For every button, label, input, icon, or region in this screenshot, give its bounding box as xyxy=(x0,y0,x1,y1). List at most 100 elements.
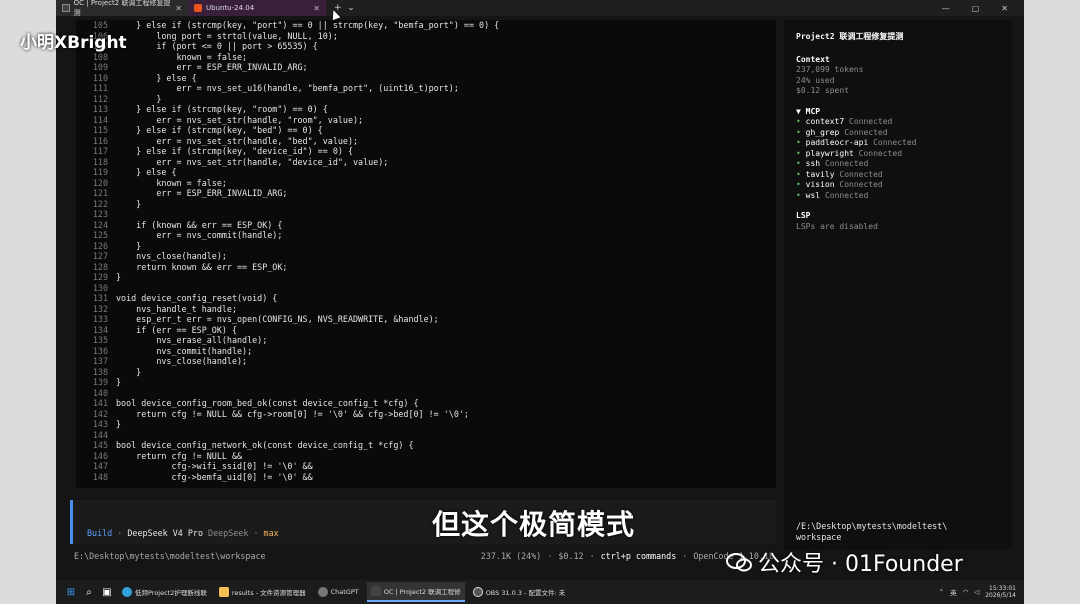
line-number: 109 xyxy=(92,62,108,72)
status-dot-icon: • xyxy=(796,138,801,147)
mcp-server-tavily: • tavily Connected xyxy=(796,170,1000,181)
line-number: 122 xyxy=(92,198,108,209)
search-icon[interactable]: ⌕ xyxy=(82,585,96,599)
code-line: 129} xyxy=(88,272,776,283)
code-line: 135 nvs_erase_all(handle); xyxy=(88,335,776,346)
mcp-server-playwright: • playwright Connected xyxy=(796,149,1000,160)
code-line: 121 err = ESP_ERR_INVALID_ARG; xyxy=(88,188,776,199)
context-used: 24% used xyxy=(796,75,835,85)
context-heading: Context xyxy=(796,54,830,64)
code-line: 140 xyxy=(88,388,776,399)
code-line: 122 } xyxy=(88,199,776,210)
windows-start-icon[interactable]: ⊞ xyxy=(64,585,78,599)
line-text: err = nvs_set_str(handle, "bed", value); xyxy=(116,135,359,146)
line-text: } xyxy=(116,240,142,251)
code-line: 124 if (known && err == ESP_OK) { xyxy=(88,220,776,231)
taskbar-app-chatgpt[interactable]: ChatGPT xyxy=(314,582,363,602)
line-number: 141 xyxy=(92,398,108,408)
chevron-up-icon[interactable]: ⌃ xyxy=(939,588,944,596)
system-tray: ⌃ 英 ◠ ◁ 15:33:01 2026/5/14 xyxy=(939,585,1024,600)
tab-ubuntu[interactable]: Ubuntu-24.04 ✕ xyxy=(188,0,326,16)
task-view-icon[interactable]: ▣ xyxy=(100,585,114,599)
taskbar-app-obs[interactable]: OBS 31.0.3 - 配置文件: 未 xyxy=(469,582,570,602)
line-text: bool device_config_network_ok(const devi… xyxy=(116,440,414,450)
model-name[interactable]: DeepSeek V4 Pro xyxy=(127,528,203,538)
line-number: 143 xyxy=(92,419,108,429)
line-text: esp_err_t err = nvs_open(CONFIG_NS, NVS_… xyxy=(116,314,439,324)
mcp-status: Connected xyxy=(873,138,917,147)
line-text: return cfg != NULL && cfg->room[0] != '\… xyxy=(116,408,469,419)
close-icon[interactable]: ✕ xyxy=(175,4,182,13)
line-text: return known && err == ESP_OK; xyxy=(116,261,288,272)
status-dot-icon: • xyxy=(796,127,801,137)
status-dot-icon: • xyxy=(796,190,801,200)
context-spent: $0.12 spent xyxy=(796,86,849,95)
lsp-status: LSPs are disabled xyxy=(796,221,878,231)
session-sidebar: Project2 联调工程修复提测 Context 237,099 tokens… xyxy=(784,20,1012,550)
line-text: known = false; xyxy=(116,51,248,62)
line-text: err = nvs_set_str(handle, "room", value)… xyxy=(116,114,364,125)
line-text: nvs_commit(handle); xyxy=(116,345,253,356)
close-icon[interactable]: ✕ xyxy=(313,4,320,13)
minimize-icon[interactable]: — xyxy=(942,4,950,13)
line-number: 110 xyxy=(92,72,108,83)
line-number: 145 xyxy=(92,440,108,450)
lsp-heading: LSP xyxy=(796,211,811,220)
mcp-status: Connected xyxy=(824,190,869,200)
watermark-right: 公众号 · 01Founder xyxy=(726,546,963,578)
mcp-name: gh_grep xyxy=(805,127,840,137)
line-number: 142 xyxy=(92,408,108,419)
line-text: } else if (strcmp(key, "device_id") == 0… xyxy=(116,146,353,156)
mcp-status: Connected xyxy=(844,127,888,137)
tab-opencode[interactable]: OC | Project2 联调工程修复提测 ✕ xyxy=(56,0,188,17)
chatgpt-icon xyxy=(317,587,328,597)
line-number: 125 xyxy=(92,230,108,240)
agent-mode[interactable]: Build xyxy=(87,528,112,538)
line-number: 130 xyxy=(92,282,108,293)
code-line: 143} xyxy=(88,419,776,430)
line-number: 135 xyxy=(92,335,108,345)
mcp-name: playwright xyxy=(805,148,854,158)
code-line: 142 return cfg != NULL && cfg->room[0] !… xyxy=(88,409,776,420)
line-text: err = nvs_set_str(handle, "device_id", v… xyxy=(116,156,389,167)
line-text: err = ESP_ERR_INVALID_ARG; xyxy=(116,188,288,198)
prompt-input[interactable]: Build · DeepSeek V4 Pro DeepSeek · max xyxy=(70,500,776,544)
line-number: 111 xyxy=(92,83,108,93)
status-dot-icon: • xyxy=(796,169,801,179)
provider-name: DeepSeek xyxy=(208,528,249,538)
close-window-icon[interactable]: ✕ xyxy=(1001,4,1008,13)
line-number: 146 xyxy=(92,450,108,461)
ime-language[interactable]: 英 xyxy=(950,587,957,597)
code-line: 144 xyxy=(88,430,776,441)
code-line: 148 cfg->bemfa_uid[0] != '\0' && xyxy=(88,472,776,483)
line-text: } xyxy=(116,366,142,377)
taskbar-app-explorer[interactable]: results - 文件资源管理器 xyxy=(215,582,310,602)
context-tokens: 237,099 tokens xyxy=(796,65,864,74)
line-number: 112 xyxy=(92,93,108,104)
code-line: 107 if (port <= 0 || port > 65535) { xyxy=(88,41,776,52)
code-view[interactable]: 105 } else if (strcmp(key, "port") == 0 … xyxy=(76,20,776,488)
line-text: } else if (strcmp(key, "room") == 0) { xyxy=(116,104,328,114)
tab-label: OC | Project2 联调工程修复提测 xyxy=(73,0,171,17)
mcp-status: Connected xyxy=(849,117,893,126)
code-line: 141 bool device_config_room_bed_ok(const … xyxy=(88,398,776,409)
mcp-heading[interactable]: ▼ MCP xyxy=(796,107,1000,118)
line-number: 116 xyxy=(92,135,108,146)
mcp-server-wsl: • wsl Connected xyxy=(796,191,1000,202)
letterbox-left xyxy=(0,0,56,604)
mcp-server-vision: • vision Connected xyxy=(796,180,1000,191)
maximize-icon[interactable]: ▢ xyxy=(972,4,980,13)
volume-icon[interactable]: ◁ xyxy=(974,588,979,596)
wifi-icon[interactable]: ◠ xyxy=(963,588,969,596)
mcp-status: Connected xyxy=(839,169,883,179)
taskbar-app-edge[interactable]: 低频Project2护理断线联 xyxy=(118,582,211,602)
code-line: 114 err = nvs_set_str(handle, "room", va… xyxy=(88,115,776,126)
tab-label: Ubuntu-24.04 xyxy=(206,4,255,12)
line-text: bool device_config_room_bed_ok(const dev… xyxy=(116,398,419,408)
line-number: 136 xyxy=(92,345,108,356)
model-variant[interactable]: max xyxy=(264,528,279,538)
line-text: err = nvs_commit(handle); xyxy=(116,230,283,240)
clock[interactable]: 15:33:01 2026/5/14 xyxy=(985,585,1016,600)
mcp-name: vision xyxy=(805,180,835,189)
taskbar-app-terminal[interactable]: OC | Project2 联调工程修 xyxy=(366,582,465,602)
